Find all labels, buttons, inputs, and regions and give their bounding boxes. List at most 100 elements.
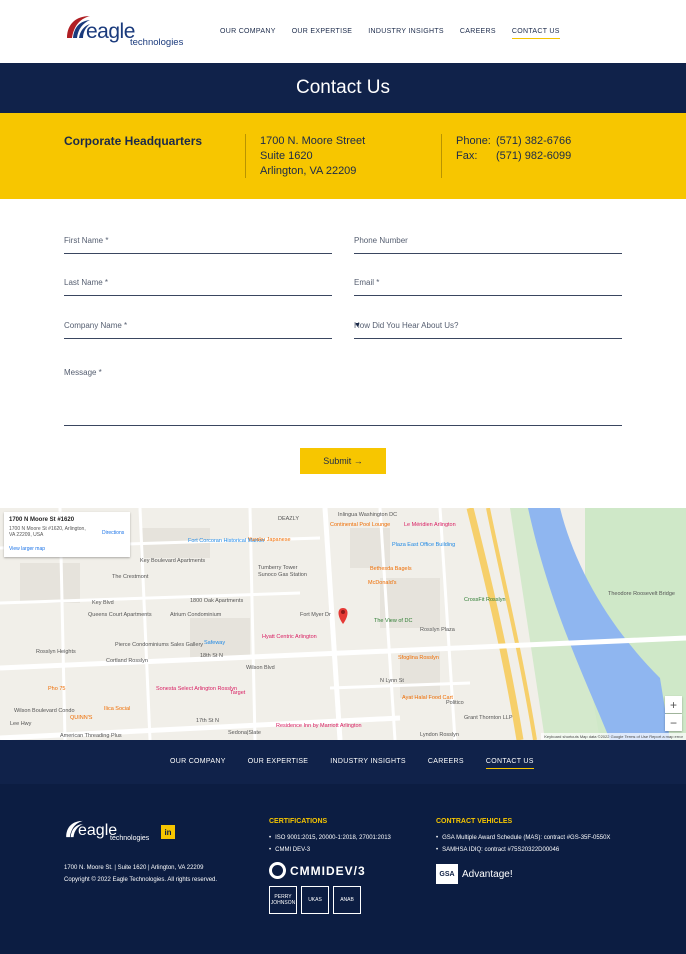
- hq-divider: [441, 134, 442, 178]
- site-header: eagle technologies OUR COMPANY OUR EXPER…: [0, 0, 686, 63]
- linkedin-icon[interactable]: in: [161, 825, 175, 839]
- map-label: Residence Inn by Marriott Arlington: [276, 723, 362, 729]
- map-label: Ilica Social: [104, 706, 131, 712]
- map-label: Safeway: [204, 640, 226, 646]
- hq-address-line: Arlington, VA 22209: [260, 165, 357, 177]
- page-title: Contact Us: [296, 77, 390, 98]
- map-label: Bethesda Bagels: [370, 566, 412, 572]
- footer-copyright: Copyright © 2022 Eagle Technologies. All…: [64, 877, 218, 883]
- map-label: Wilson Boulevard Condo: [14, 708, 75, 714]
- map-attribution: Keyboard shortcuts Map data ©2022 Google…: [541, 733, 686, 740]
- nav-careers[interactable]: CAREERS: [460, 28, 496, 39]
- submit-button[interactable]: Submit →: [300, 448, 386, 474]
- map-label: QUINN'S: [70, 715, 93, 721]
- hq-divider: [245, 134, 246, 178]
- map-label: 17th St N: [196, 718, 219, 724]
- map-label: Inlingua Washington DC: [338, 512, 398, 518]
- nav-our-company[interactable]: OUR COMPANY: [220, 28, 276, 39]
- chevron-down-icon: ▼: [354, 322, 361, 329]
- map-label: DEAZLY: [278, 516, 299, 522]
- contact-page: eagle technologies OUR COMPANY OUR EXPER…: [0, 0, 686, 954]
- email-placeholder: Email *: [354, 278, 380, 287]
- perry-johnson-badge: PERRY JOHNSON: [269, 886, 297, 914]
- map-label: American Threading Plus: [60, 733, 122, 739]
- footer-nav-contact-us[interactable]: CONTACT US: [485, 758, 534, 769]
- map-label: Le Méridien Arlington: [404, 522, 456, 528]
- map-label: Sedona|Slate: [228, 730, 261, 736]
- hq-band: Corporate Headquarters 1700 N. Moore Str…: [0, 113, 686, 199]
- nav-our-expertise[interactable]: OUR EXPERTISE: [292, 28, 353, 39]
- map-label: Queens Court Apartments: [88, 612, 152, 618]
- main-nav: OUR COMPANY OUR EXPERTISE INDUSTRY INSIG…: [220, 28, 560, 39]
- ukas-badge: UKAS: [301, 886, 329, 914]
- zoom-in-button[interactable]: +: [665, 696, 682, 713]
- map-label: Sfoglina Rosslyn: [398, 655, 439, 661]
- zoom-out-button[interactable]: −: [665, 714, 682, 731]
- certifications-heading: CERTIFICATIONS: [269, 818, 328, 825]
- view-larger-map-link[interactable]: View larger map: [9, 546, 45, 552]
- fax-number: (571) 982-6099: [496, 150, 572, 162]
- map-label: Hyatt Centric Arlington: [262, 634, 317, 640]
- map-label: Tumberry Tower: [258, 565, 298, 571]
- map-label: Lee Hwy: [10, 721, 32, 727]
- eagle-logo[interactable]: eagle technologies: [64, 12, 189, 52]
- hq-contact: Phone: (571) 382-6766 Fax: (571) 982-6099: [456, 134, 571, 164]
- hq-address: 1700 N. Moore Street Suite 1620 Arlingto…: [260, 134, 365, 179]
- map-card-title: 1700 N Moore St #1620: [9, 517, 75, 523]
- phone-label: Phone:: [456, 135, 491, 147]
- map-label: 1800 Oak Apartments: [190, 598, 244, 604]
- cert-item: CMMI DEV-3: [269, 847, 310, 853]
- gsa-box: GSA: [436, 864, 458, 884]
- map-label: The Crestmont: [112, 574, 149, 580]
- footer-logo-sub: technologies: [110, 835, 150, 842]
- map-label: Lyndon Rosslyn: [420, 732, 459, 738]
- phone-number-field[interactable]: Phone Number: [354, 234, 622, 254]
- map-label: Grant Thornton LLP: [464, 715, 513, 721]
- phone-number[interactable]: (571) 382-6766: [496, 134, 571, 149]
- map-label: CrossFit Rosslyn: [464, 597, 506, 603]
- footer-address-block: 1700 N. Moore St. | Suite 1620 | Arlingt…: [64, 862, 217, 886]
- map-label: Plaza East Office Building: [392, 542, 456, 548]
- how-hear-select[interactable]: How Did You Hear About Us? ▼: [354, 319, 622, 339]
- map-label: Pierce Condominiums Sales Gallery: [115, 642, 204, 648]
- directions-link[interactable]: Directions: [102, 530, 124, 536]
- map-label: Politico: [446, 700, 464, 706]
- map-label: Atrium Condominium: [170, 612, 222, 618]
- footer-nav: OUR COMPANY OUR EXPERTISE INDUSTRY INSIG…: [0, 740, 686, 784]
- first-name-field[interactable]: First Name *: [64, 234, 332, 254]
- fax-label: Fax:: [456, 150, 478, 162]
- map-label: The View of DC: [374, 618, 413, 624]
- contract-vehicles-heading: CONTRACT VEHICLES: [436, 818, 513, 825]
- map-label: Rosslyn Heights: [36, 649, 76, 655]
- footer-nav-our-expertise[interactable]: OUR EXPERTISE: [248, 758, 309, 769]
- google-map[interactable]: Key Boulevard Apartments Fort Corcoran H…: [0, 508, 686, 740]
- map-label: Key Boulevard Apartments: [140, 558, 206, 564]
- map-label: Sonesta Select Arlington Rosslyn: [156, 686, 238, 692]
- map-info-card: 1700 N Moore St #1620 1700 N Moore St #1…: [4, 512, 130, 557]
- footer-nav-industry-insights[interactable]: INDUSTRY INSIGHTS: [330, 758, 406, 769]
- map-label: Rosslyn Plaza: [420, 627, 455, 633]
- gsa-advantage-text: Advantage!: [462, 868, 513, 880]
- email-field[interactable]: Email *: [354, 276, 622, 296]
- site-footer: eagle technologies in 1700 N. Moore St. …: [0, 784, 686, 954]
- logo-sub: technologies: [130, 37, 184, 48]
- message-textarea[interactable]: Message *: [64, 366, 622, 426]
- map-card-address: 1700 N Moore St #1620, Arlington, VA 222…: [9, 526, 86, 538]
- hero-banner: Contact Us: [0, 63, 686, 113]
- map-label: N Lynn St: [380, 678, 404, 684]
- last-name-field[interactable]: Last Name *: [64, 276, 332, 296]
- footer-nav-careers[interactable]: CAREERS: [428, 758, 464, 769]
- hq-title: Corporate Headquarters: [64, 134, 203, 148]
- company-name-field[interactable]: Company Name *: [64, 319, 332, 339]
- nav-industry-insights[interactable]: INDUSTRY INSIGHTS: [368, 28, 444, 39]
- footer-logo[interactable]: eagle technologies: [64, 818, 149, 846]
- cert-badges: PERRY JOHNSON UKAS ANAB: [269, 886, 361, 914]
- nav-contact-us[interactable]: CONTACT US: [511, 28, 560, 39]
- last-name-placeholder: Last Name *: [64, 278, 109, 287]
- footer-address: 1700 N. Moore St. | Suite 1620 | Arlingt…: [64, 865, 204, 871]
- hq-address-line: Suite 1620: [260, 150, 313, 162]
- logo-word: eagle: [86, 20, 135, 43]
- gsa-advantage-logo[interactable]: GSA Advantage!: [436, 864, 513, 884]
- footer-nav-our-company[interactable]: OUR COMPANY: [170, 758, 226, 769]
- cmmi-ring-icon: [269, 862, 286, 879]
